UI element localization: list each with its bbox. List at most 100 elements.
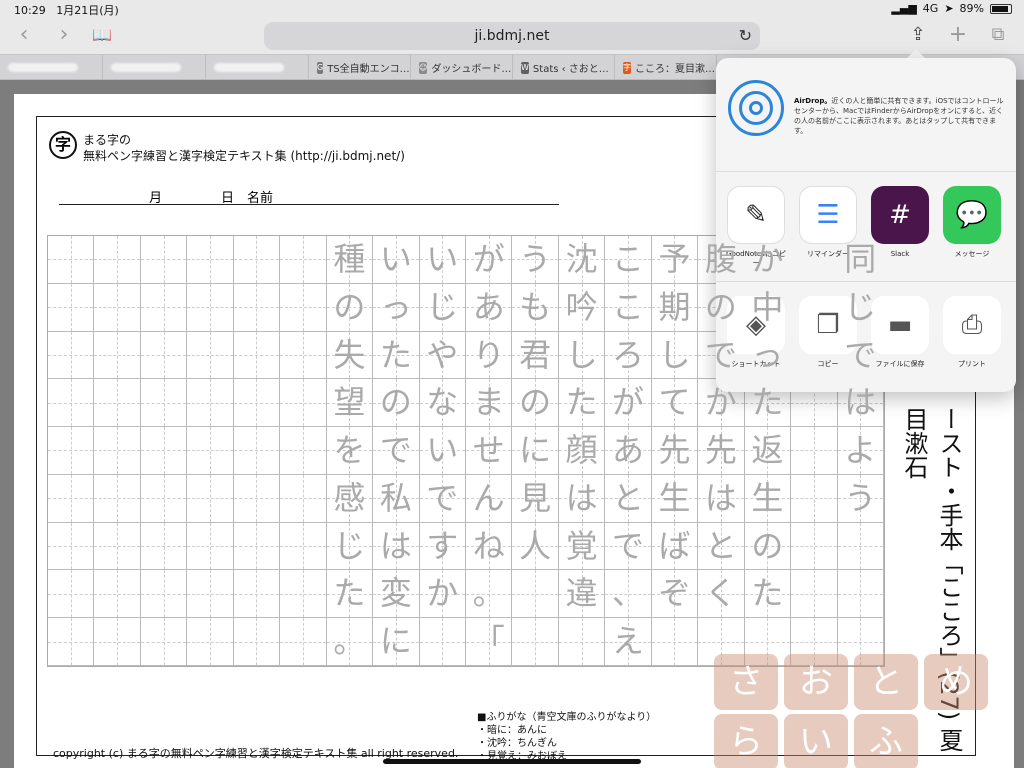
airdrop-section[interactable]: AirDrop。近くの人と簡単に共有できます。iOSではコントロールセンターから…: [716, 58, 1016, 172]
grid-cell: 覚: [558, 522, 606, 571]
grid-cell: [94, 379, 141, 428]
browser-tab[interactable]: ☺ ダッシュボード…: [411, 55, 513, 80]
grid-character: い: [379, 240, 412, 278]
browser-tab[interactable]: [0, 55, 103, 80]
tab-title: こころ：夏目漱…: [635, 64, 715, 75]
grid-cell: [187, 522, 234, 571]
grid-character: 、: [612, 574, 645, 613]
reload-icon[interactable]: ↻: [739, 22, 752, 50]
grid-cell: ぞ: [651, 570, 699, 619]
grid-cell: [48, 474, 95, 523]
bookmarks-icon[interactable]: 📖: [90, 24, 114, 48]
grid-cell: [94, 522, 141, 571]
grid-character: 返: [751, 431, 784, 470]
home-indicator[interactable]: [383, 759, 641, 764]
grid-character: 失: [333, 335, 366, 374]
grid-character: が: [472, 240, 505, 278]
grid-cell: [140, 522, 188, 571]
grid-cell: 返: [744, 427, 792, 475]
share-icon[interactable]: ⇪: [906, 24, 930, 48]
grid-cell: [187, 283, 234, 332]
grid-cell: 吟: [558, 283, 606, 332]
grid-character: は: [704, 478, 737, 517]
share-item[interactable]: 💬 メッセージ: [940, 186, 1004, 259]
grid-cell: 沈: [558, 236, 606, 284]
share-item[interactable]: ⎙ プリント: [940, 296, 1004, 369]
grid-cell: [791, 522, 838, 571]
grid-cell: [280, 283, 327, 332]
grid-cell: こ: [605, 236, 652, 284]
watermark-tile: と: [854, 654, 918, 710]
grid-cell: し: [651, 331, 699, 380]
network-label: 4G: [922, 2, 939, 15]
grid-cell: あ: [605, 427, 652, 475]
grid-cell: [94, 570, 141, 619]
grid-cell: よ: [837, 427, 884, 475]
share-item-label: メッセージ: [954, 250, 990, 258]
new-tab-button[interactable]: +: [946, 24, 970, 48]
grid-character: い: [426, 240, 459, 278]
grid-character: い: [426, 431, 459, 470]
grid-character: あ: [472, 287, 505, 326]
grid-cell: こ: [605, 283, 652, 332]
day-label: 日: [221, 191, 235, 206]
share-item-label: Slack: [890, 250, 910, 258]
grid-cell: 生: [651, 474, 699, 523]
tabs-overview-icon[interactable]: ⧉: [986, 24, 1010, 48]
browser-tab[interactable]: 字こころ：夏目漱…: [615, 55, 717, 80]
grid-cell: と: [698, 522, 745, 571]
grid-cell: 感: [326, 474, 374, 523]
grid-cell: は: [373, 522, 420, 571]
grid-cell: じ: [419, 283, 466, 332]
watermark-tile: お: [784, 654, 848, 710]
wifi-icon: ▂▄▆: [891, 2, 917, 15]
grid-character: ろ: [612, 335, 645, 374]
grid-character: で: [379, 431, 412, 470]
grid-character: か: [704, 383, 737, 422]
grid-character: 変: [379, 574, 412, 613]
grid-cell: [94, 474, 141, 523]
forward-button[interactable]: ›: [52, 24, 76, 48]
grid-character: う: [519, 240, 552, 278]
grid-character: た: [751, 383, 784, 422]
browser-tab[interactable]: G TS全自動エンコ…: [309, 55, 411, 80]
grid-cell: [187, 427, 234, 475]
back-button[interactable]: ‹: [12, 24, 36, 48]
grid-character: 望: [333, 383, 366, 422]
name-field: 名前: [247, 187, 559, 206]
grid-character: な: [426, 383, 459, 422]
location-icon: ➤: [944, 2, 954, 15]
grid-character: た: [565, 383, 598, 422]
tab-title: TS全自動エンコ…: [327, 64, 410, 75]
grid-cell: の: [512, 379, 559, 428]
grid-cell: 予: [651, 236, 699, 284]
share-item[interactable]: # Slack: [868, 186, 932, 259]
browser-tab[interactable]: W Stats ‹ さおと…: [513, 55, 615, 80]
grid-cell: [280, 522, 327, 571]
grid-cell: 顔: [558, 427, 606, 475]
grid-character: 期: [658, 287, 691, 326]
grid-character: 中: [751, 287, 784, 326]
grid-character: こ: [612, 240, 645, 278]
address-bar[interactable]: ji.bdmj.net ↻: [264, 22, 760, 50]
grid-character: は: [379, 526, 412, 565]
grid-character: た: [379, 335, 412, 374]
grid-cell: 失: [326, 331, 374, 380]
grid-cell: [280, 618, 327, 666]
share-item[interactable]: ▬ ファイルに保存: [868, 296, 932, 369]
grid-cell: 見: [512, 474, 559, 523]
grid-cell: ん: [465, 474, 513, 523]
grid-cell: [280, 474, 327, 523]
site-subtitle: 無料ペン字練習と漢字検定テキスト集 (http://ji.bdmj.net/): [83, 149, 405, 163]
browser-tab[interactable]: [206, 55, 309, 80]
name-label: 名前: [247, 191, 274, 206]
grid-character: す: [426, 526, 459, 565]
grid-cell: [140, 283, 188, 332]
grid-character: の: [379, 383, 412, 422]
browser-tab[interactable]: [103, 55, 206, 80]
grid-cell: が: [465, 236, 513, 284]
grid-cell: 。: [465, 570, 513, 619]
tab-title-redacted: [111, 63, 181, 72]
grid-cell: [140, 474, 188, 523]
grid-character: か: [426, 574, 459, 613]
